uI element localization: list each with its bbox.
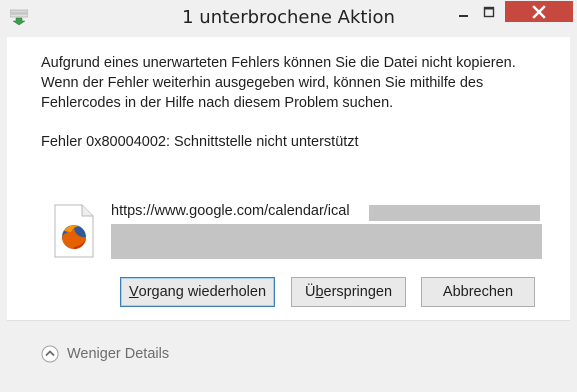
retry-mnemonic: V — [128, 284, 139, 300]
close-button[interactable] — [505, 1, 573, 22]
copy-error-dialog: 1 unterbrochene Aktion Aufgrund eines un… — [0, 0, 577, 392]
title-bar[interactable]: 1 unterbrochene Aktion — [0, 0, 577, 37]
skip-mnemonic: b — [315, 284, 324, 300]
chevron-up-icon — [41, 345, 59, 363]
skip-label-prefix: Ü — [304, 284, 316, 300]
maximize-icon — [483, 6, 495, 18]
error-code: Fehler 0x80004002: Schnittstelle nicht u… — [41, 134, 359, 150]
redacted-url-part — [369, 205, 540, 221]
fewer-details-toggle[interactable]: Weniger Details — [41, 345, 169, 363]
redacted-file-info — [111, 224, 542, 259]
skip-label-suffix: erspringen — [323, 284, 393, 300]
maximize-button[interactable] — [476, 1, 502, 23]
retry-button[interactable]: Vorgang wiederholen — [120, 277, 275, 307]
firefox-document-icon — [54, 204, 94, 258]
skip-button[interactable]: Üb erspringen — [291, 277, 406, 307]
close-icon — [532, 4, 546, 19]
cancel-button[interactable]: Abbrechen — [421, 277, 535, 307]
minimize-icon — [459, 15, 468, 17]
retry-label-suffix: organg wiederholen — [138, 284, 267, 300]
minimize-button[interactable] — [450, 1, 476, 23]
fewer-details-label: Weniger Details — [67, 346, 170, 362]
file-url: https://www.google.com/calendar/ical — [111, 203, 350, 219]
error-message: Aufgrund eines unerwarteten Fehlers könn… — [41, 55, 516, 111]
dialog-content: Aufgrund eines unerwarteten Fehlers könn… — [7, 37, 570, 320]
dialog-footer: Weniger Details — [7, 321, 570, 386]
